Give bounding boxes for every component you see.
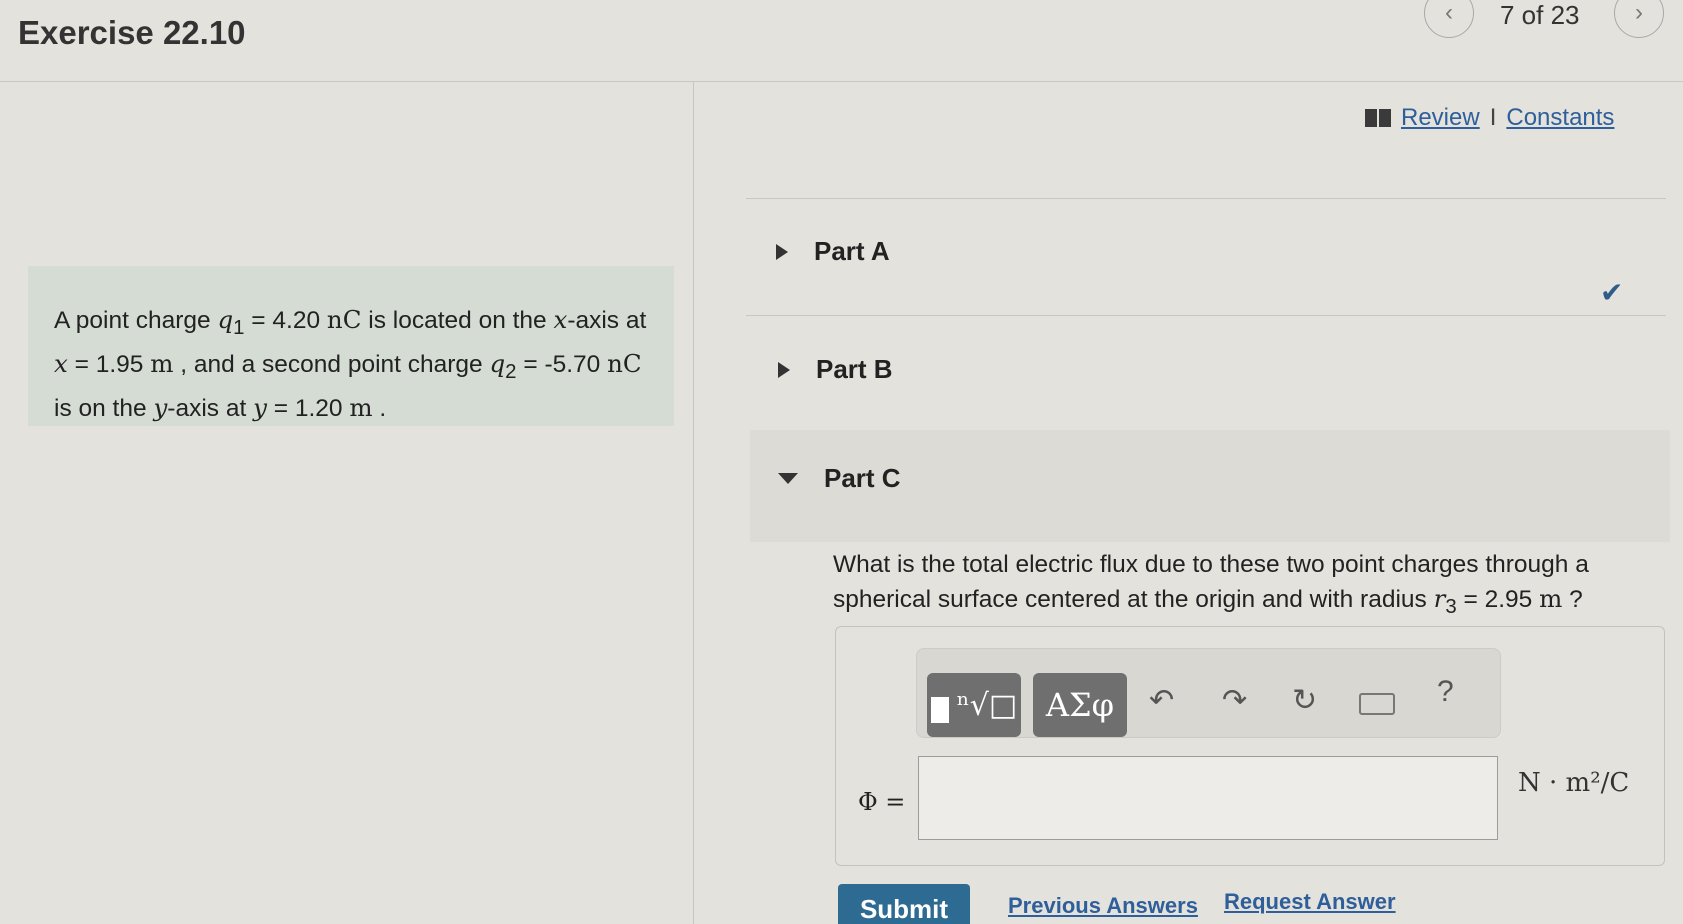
request-answer-link[interactable]: Request Answer [1224,889,1396,915]
resource-links: Review I Constants [1365,104,1614,132]
constants-link[interactable]: Constants [1506,104,1614,132]
part-c-header[interactable]: Part C [778,463,901,494]
exercise-title: Exercise 22.10 [18,14,246,51]
answer-units: N · m²/C [1518,768,1630,798]
previous-answers-link[interactable]: Previous Answers [1008,893,1198,919]
caret-right-icon [776,243,788,260]
checkmark-icon: ✔ [1600,277,1624,308]
math-toolbar: ⁿ√□ ΑΣφ ↶ ↷ ↻ ? [916,648,1501,738]
caret-right-icon [778,361,790,378]
templates-button[interactable]: ⁿ√□ [927,673,1021,737]
header-bar: Exercise 22.10 ‹ 7 of 23 › [0,0,1683,82]
panel-divider [693,82,694,924]
link-separator: I [1489,104,1497,131]
answer-label: Φ = [858,788,906,816]
box-icon [930,697,949,723]
part-a-label: Part A [814,236,890,266]
page-counter: 7 of 23 [1500,0,1580,30]
next-item-button[interactable]: › [1614,0,1664,38]
divider [746,198,1666,199]
caret-down-icon [778,473,798,484]
part-b-label: Part B [816,354,893,384]
answer-input[interactable] [918,756,1498,840]
keyboard-icon[interactable] [1359,693,1395,715]
part-c-label: Part C [824,463,901,493]
part-b-header[interactable]: Part B [778,354,893,385]
reset-icon[interactable]: ↻ [1292,683,1317,718]
divider [746,315,1666,316]
problem-statement: A point charge q1 = 4.20 nC is located o… [28,266,674,426]
part-a-header[interactable]: Part A [776,236,890,267]
redo-icon[interactable]: ↷ [1222,683,1247,718]
previous-item-button[interactable]: ‹ [1424,0,1474,38]
review-link[interactable]: Review [1401,104,1480,132]
book-icon [1365,109,1391,127]
chevron-right-icon: › [1635,0,1643,26]
radical-icon: ⁿ√□ [956,687,1018,723]
help-button[interactable]: ? [1437,675,1454,709]
greek-symbols-button[interactable]: ΑΣφ [1033,673,1127,737]
chevron-left-icon: ‹ [1445,0,1453,26]
part-c-question: What is the total electric flux due to t… [833,551,1589,618]
undo-icon[interactable]: ↶ [1149,683,1174,718]
submit-button[interactable]: Submit [838,884,970,924]
